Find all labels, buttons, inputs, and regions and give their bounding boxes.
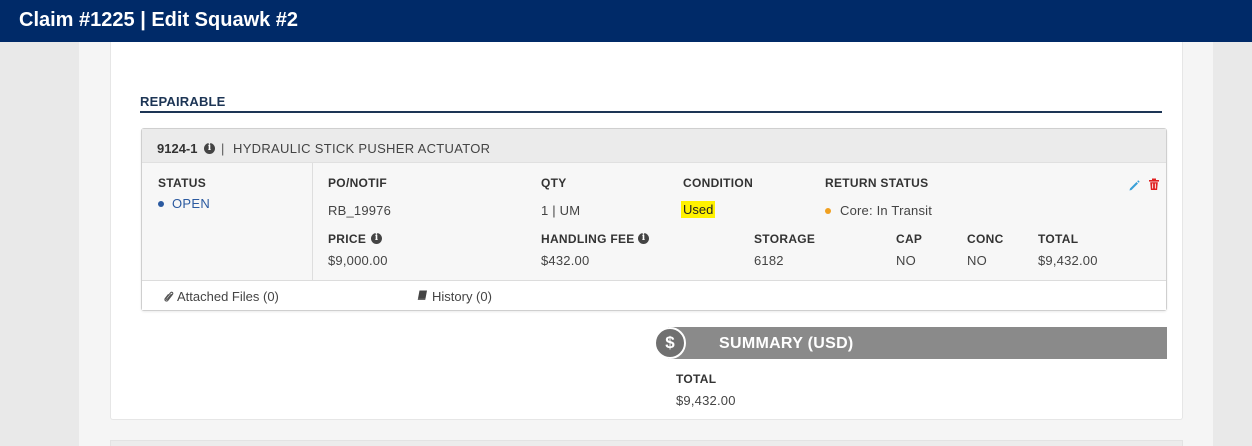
- total-label: TOTAL: [1038, 232, 1079, 246]
- return-status-label: RETURN STATUS: [825, 176, 929, 190]
- book-icon: [417, 290, 427, 300]
- cap-label: CAP: [896, 232, 923, 246]
- right-gutter: [1213, 42, 1252, 446]
- section-divider: [140, 111, 1162, 113]
- left-gutter: [0, 42, 79, 446]
- conc-label: CONC: [967, 232, 1004, 246]
- price-label: PRICE: [328, 232, 367, 246]
- status-value[interactable]: OPEN: [172, 196, 210, 211]
- summary-total-value: $9,432.00: [676, 393, 736, 408]
- total-value: $9,432.00: [1038, 253, 1098, 268]
- storage-value: 6182: [754, 253, 784, 268]
- item-body: STATUS OPEN PO/NOTIF RB_19976 QTY 1 | UM…: [142, 163, 1166, 280]
- top-bar: Claim #1225 | Edit Squawk #2: [0, 0, 1252, 42]
- handling-fee-info-icon[interactable]: i: [638, 233, 649, 244]
- condition-value: Used: [681, 201, 716, 218]
- item-footer: Attached Files (0) History (0): [142, 280, 1166, 310]
- attached-files-link[interactable]: Attached Files (0): [177, 289, 279, 304]
- status-label: STATUS: [158, 176, 207, 190]
- status-dot: [158, 201, 164, 207]
- trash-icon[interactable]: [1148, 178, 1160, 191]
- part-description: HYDRAULIC STICK PUSHER ACTUATOR: [233, 141, 491, 156]
- summary-bar: SUMMARY (USD): [668, 327, 1167, 359]
- repairable-item: 9124-1 i | HYDRAULIC STICK PUSHER ACTUAT…: [141, 128, 1167, 311]
- pencil-icon[interactable]: [1128, 179, 1141, 192]
- history-link[interactable]: History (0): [432, 289, 492, 304]
- price-value: $9,000.00: [328, 253, 388, 268]
- summary-title: SUMMARY (USD): [719, 335, 854, 352]
- item-header: 9124-1 i | HYDRAULIC STICK PUSHER ACTUAT…: [142, 129, 1166, 163]
- status-column: STATUS OPEN: [142, 163, 313, 280]
- qty-label: QTY: [541, 176, 567, 190]
- handling-fee-value: $432.00: [541, 253, 590, 268]
- summary-total-label: TOTAL: [676, 372, 717, 386]
- handling-fee-label: HANDLING FEE: [541, 232, 635, 246]
- header-separator: |: [221, 141, 225, 156]
- po-notif-value: RB_19976: [328, 203, 392, 218]
- paperclip-icon: [164, 291, 174, 302]
- page-title: Claim #1225 | Edit Squawk #2: [19, 9, 299, 31]
- conc-value: NO: [967, 253, 987, 268]
- storage-label: STORAGE: [754, 232, 816, 246]
- cap-value: NO: [896, 253, 916, 268]
- return-status-dot: [825, 208, 831, 214]
- section-title: REPAIRABLE: [140, 94, 226, 109]
- price-info-icon[interactable]: i: [371, 233, 382, 244]
- info-icon[interactable]: i: [204, 143, 215, 154]
- po-notif-label: PO/NOTIF: [328, 176, 388, 190]
- next-card: [110, 440, 1183, 446]
- return-status-value: Core: In Transit: [840, 203, 933, 218]
- dollar-icon: $: [654, 327, 686, 359]
- condition-label: CONDITION: [683, 176, 754, 190]
- qty-value: 1 | UM: [541, 203, 581, 218]
- part-number: 9124-1: [157, 141, 198, 156]
